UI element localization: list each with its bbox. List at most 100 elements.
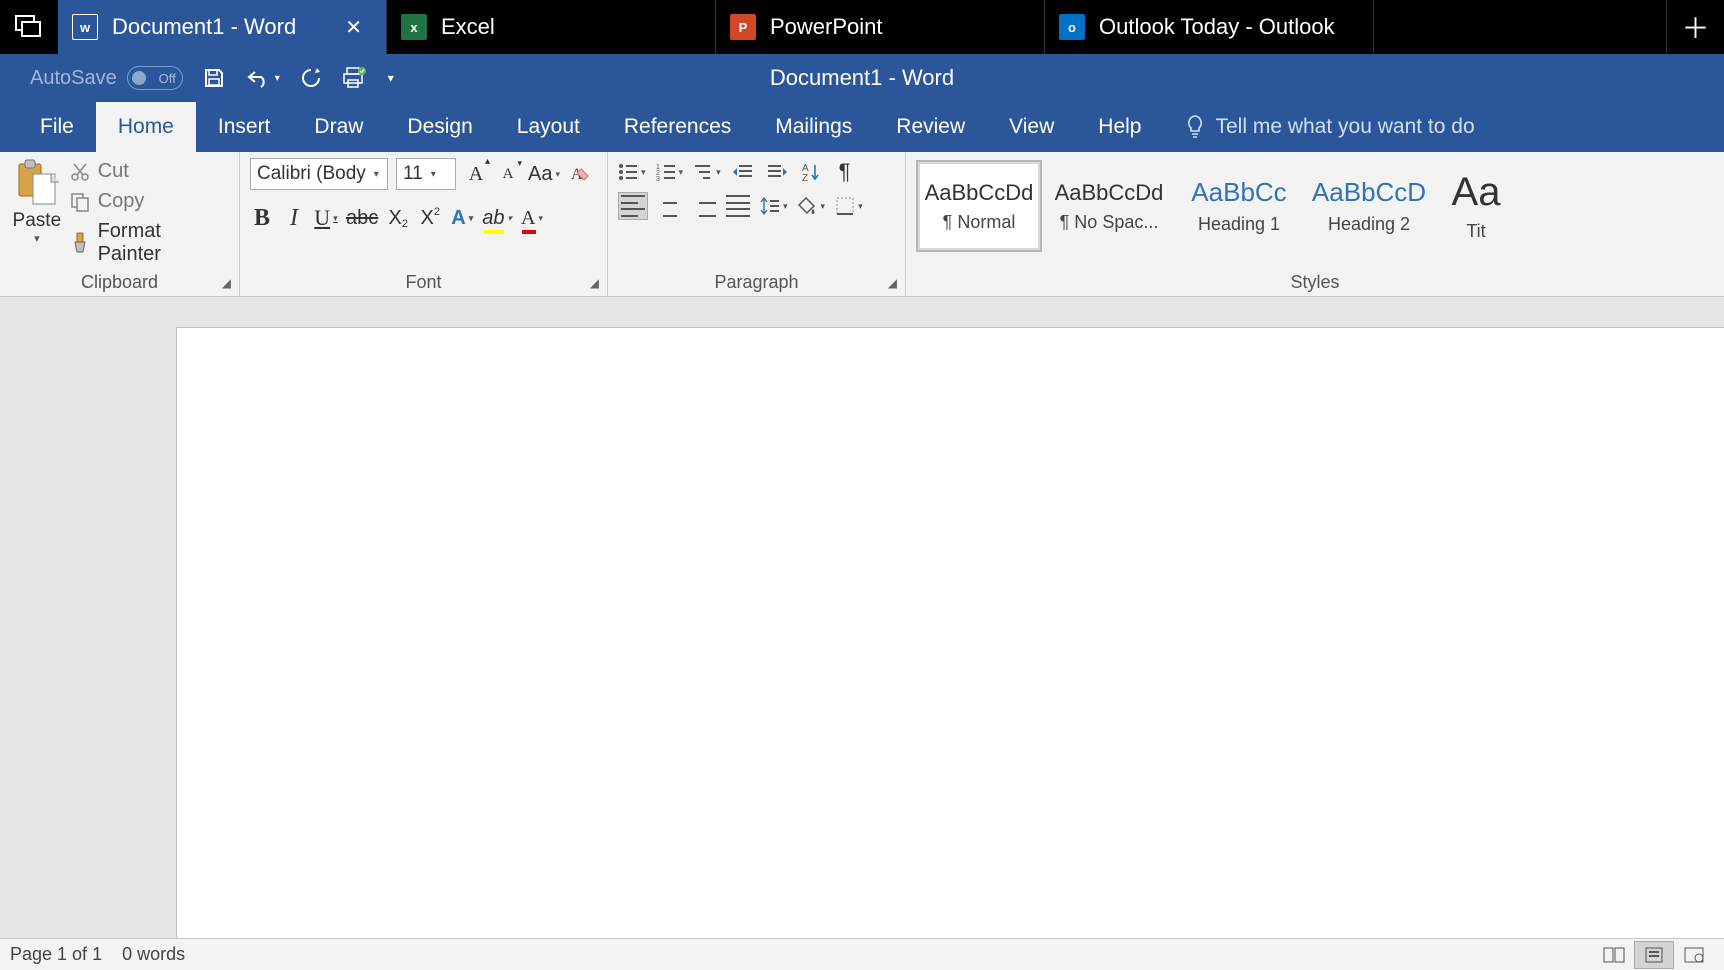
align-left-button[interactable] (618, 192, 648, 220)
qat-customize-button[interactable]: ▾ (388, 71, 394, 85)
ribbon-tab-help[interactable]: Help (1076, 102, 1163, 152)
font-size-combo[interactable]: 11▾ (396, 158, 456, 190)
tab-label: Outlook Today - Outlook (1099, 14, 1335, 40)
dialog-launcher-icon[interactable]: ◢ (590, 276, 599, 290)
page-indicator[interactable]: Page 1 of 1 (10, 944, 102, 965)
chevron-down-icon: ▾ (431, 169, 436, 180)
tab-outlook[interactable]: o Outlook Today - Outlook (1045, 0, 1373, 54)
paste-label: Paste (10, 210, 64, 232)
new-tab-button[interactable]: ＋ (1666, 0, 1724, 54)
grow-font-button[interactable]: A▴ (464, 160, 488, 188)
style-heading-2[interactable]: AaBbCcD Heading 2 (1306, 160, 1432, 252)
title-bar: AutoSave Off ▾ ▾ Document1 - Word (0, 54, 1724, 102)
format-painter-button[interactable]: Format Painter (70, 220, 229, 266)
style-no-spacing[interactable]: AaBbCcDd ¶ No Spac... (1046, 160, 1172, 252)
tell-me-search[interactable]: Tell me what you want to do (1163, 102, 1474, 152)
tab-label: PowerPoint (770, 14, 883, 40)
redo-button[interactable] (300, 67, 322, 89)
shrink-font-button[interactable]: A▾ (496, 160, 520, 188)
undo-button[interactable]: ▾ (245, 68, 280, 88)
superscript-button[interactable]: X2 (418, 204, 442, 232)
subscript-button[interactable]: X2 (386, 204, 410, 232)
ribbon-tab-mailings[interactable]: Mailings (753, 102, 874, 152)
close-icon[interactable]: ✕ (345, 15, 362, 40)
ribbon-tab-draw[interactable]: Draw (292, 102, 385, 152)
dialog-launcher-icon[interactable]: ◢ (888, 276, 897, 290)
document-page[interactable] (176, 327, 1724, 938)
tell-me-placeholder: Tell me what you want to do (1215, 115, 1474, 139)
font-family-combo[interactable]: Calibri (Body▾ (250, 158, 388, 190)
copy-icon (70, 192, 90, 212)
dialog-launcher-icon[interactable]: ◢ (222, 276, 231, 290)
italic-button[interactable]: I (282, 204, 306, 232)
shading-button[interactable]: ▾ (798, 192, 826, 220)
powerpoint-icon: P (730, 14, 756, 40)
bold-button[interactable]: B (250, 204, 274, 232)
ribbon-tab-file[interactable]: File (18, 102, 96, 152)
group-label: Styles (1290, 272, 1339, 293)
outlook-icon: o (1059, 14, 1085, 40)
group-styles: AaBbCcDd ¶ Normal AaBbCcDd ¶ No Spac... … (906, 152, 1724, 296)
paste-button[interactable]: Paste ▾ (10, 158, 64, 245)
styles-gallery[interactable]: AaBbCcDd ¶ Normal AaBbCcDd ¶ No Spac... … (910, 156, 1522, 252)
group-label: Paragraph (714, 272, 798, 293)
read-mode-button[interactable] (1594, 941, 1634, 969)
multilevel-list-button[interactable]: ▾ (693, 158, 721, 186)
quick-access-toolbar: AutoSave Off ▾ ▾ (0, 66, 394, 90)
cut-button[interactable]: Cut (70, 160, 229, 183)
tab-label: Excel (441, 14, 495, 40)
ribbon-tab-home[interactable]: Home (96, 102, 196, 152)
style-title[interactable]: Aa Tit (1436, 160, 1516, 252)
autosave-toggle[interactable]: AutoSave Off (30, 66, 183, 90)
toggle-switch[interactable]: Off (127, 66, 183, 90)
task-view-button[interactable] (0, 0, 58, 54)
tab-word[interactable]: w Document1 - Word ✕ (58, 0, 386, 54)
chevron-down-icon: ▾ (374, 169, 379, 180)
style-heading-1[interactable]: AaBbCc Heading 1 (1176, 160, 1302, 252)
decrease-indent-button[interactable] (731, 158, 755, 186)
word-count[interactable]: 0 words (122, 944, 185, 965)
status-bar: Page 1 of 1 0 words (0, 938, 1724, 970)
strikethrough-button[interactable]: abc (346, 204, 378, 232)
borders-button[interactable]: ▾ (835, 192, 863, 220)
show-hide-marks-button[interactable]: ¶ (833, 158, 857, 186)
group-font: Calibri (Body▾ 11▾ A▴ A▾ Aa▾ A B I U▾ ab… (240, 152, 608, 296)
ribbon-tab-layout[interactable]: Layout (495, 102, 602, 152)
svg-text:3: 3 (656, 176, 660, 181)
tab-excel[interactable]: x Excel (387, 0, 715, 54)
ribbon-tab-insert[interactable]: Insert (196, 102, 293, 152)
ribbon-tab-review[interactable]: Review (874, 102, 987, 152)
change-case-button[interactable]: Aa▾ (528, 160, 560, 188)
web-layout-button[interactable] (1674, 941, 1714, 969)
underline-button[interactable]: U▾ (314, 204, 338, 232)
ribbon-tab-references[interactable]: References (602, 102, 753, 152)
increase-indent-button[interactable] (765, 158, 789, 186)
group-label: Clipboard (81, 272, 158, 293)
quick-print-button[interactable] (342, 66, 368, 90)
tab-label: Document1 - Word (112, 14, 296, 40)
bullets-button[interactable]: ▾ (618, 158, 646, 186)
save-button[interactable] (203, 67, 225, 89)
font-color-button[interactable]: A▾ (520, 204, 544, 232)
chevron-down-icon[interactable]: ▾ (10, 232, 64, 245)
text-effects-button[interactable]: A▾ (450, 204, 474, 232)
line-spacing-button[interactable]: ▾ (760, 192, 788, 220)
group-paragraph: ▾ 123▾ ▾ AZ ¶ ▾ ▾ ▾ Paragraph ◢ (608, 152, 906, 296)
document-area (0, 297, 1724, 938)
ribbon-tab-view[interactable]: View (987, 102, 1076, 152)
tab-powerpoint[interactable]: P PowerPoint (716, 0, 1044, 54)
align-right-button[interactable] (692, 192, 716, 220)
justify-button[interactable] (726, 192, 750, 220)
copy-button[interactable]: Copy (70, 190, 229, 213)
print-layout-button[interactable] (1634, 941, 1674, 969)
numbering-button[interactable]: 123▾ (656, 158, 684, 186)
style-normal[interactable]: AaBbCcDd ¶ Normal (916, 160, 1042, 252)
align-center-button[interactable] (658, 192, 682, 220)
excel-icon: x (401, 14, 427, 40)
clear-formatting-button[interactable]: A (568, 160, 592, 188)
sort-button[interactable]: AZ (799, 158, 823, 186)
group-label: Font (405, 272, 441, 293)
ribbon-tab-design[interactable]: Design (385, 102, 494, 152)
highlight-color-button[interactable]: ab▾ (482, 204, 512, 232)
ribbon-tabs: File Home Insert Draw Design Layout Refe… (0, 102, 1724, 152)
